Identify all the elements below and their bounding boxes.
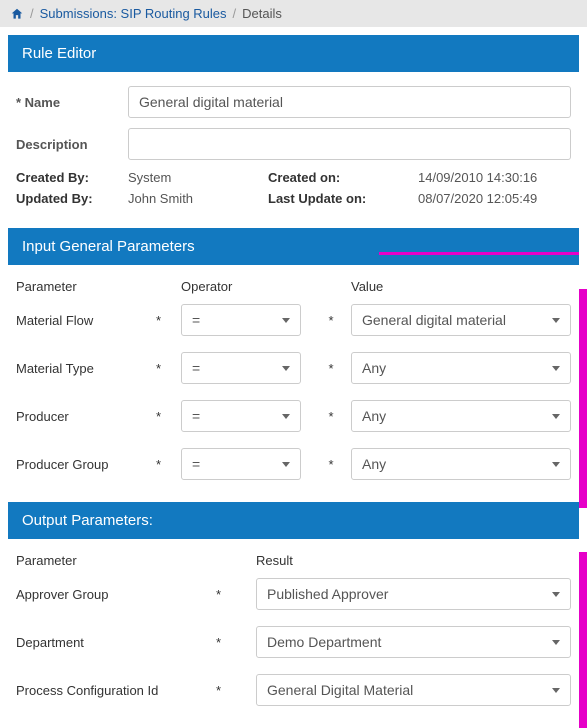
- param-label-producer: Producer: [16, 409, 156, 424]
- required-asterisk: *: [311, 457, 351, 472]
- input-header-parameter: Parameter: [16, 279, 181, 294]
- operator-select-producer-group[interactable]: =: [181, 448, 301, 480]
- operator-select-material-type[interactable]: =: [181, 352, 301, 384]
- breadcrumb-separator: /: [233, 6, 237, 21]
- operator-value: =: [192, 360, 200, 376]
- out-label-department: Department: [16, 635, 216, 650]
- breadcrumb-current: Details: [242, 6, 282, 21]
- result-text: General Digital Material: [267, 682, 413, 698]
- required-asterisk: *: [216, 683, 256, 698]
- operator-select-material-flow[interactable]: =: [181, 304, 301, 336]
- operator-select-producer[interactable]: =: [181, 400, 301, 432]
- updated-by-value: John Smith: [128, 191, 268, 206]
- last-update-value: 08/07/2020 12:05:49: [418, 191, 583, 206]
- description-label: Description: [16, 137, 128, 152]
- chevron-down-icon: [282, 462, 290, 467]
- created-on-label: Created on:: [268, 170, 418, 185]
- name-input[interactable]: [128, 86, 571, 118]
- rule-editor-body: * Name Description Created By: System Cr…: [8, 72, 579, 220]
- output-params-header: Output Parameters:: [8, 502, 579, 539]
- chevron-down-icon: [552, 688, 560, 693]
- param-label-material-type: Material Type: [16, 361, 156, 376]
- output-header-result: Result: [256, 553, 571, 568]
- input-params-body: Parameter Operator Value Material Flow *…: [8, 265, 579, 494]
- param-label-material-flow: Material Flow: [16, 313, 156, 328]
- chevron-down-icon: [552, 640, 560, 645]
- required-asterisk: *: [311, 313, 351, 328]
- result-select-department[interactable]: Demo Department: [256, 626, 571, 658]
- value-text: Any: [362, 360, 386, 376]
- value-text: Any: [362, 408, 386, 424]
- input-params-header: Input General Parameters: [8, 228, 579, 265]
- value-text: Any: [362, 456, 386, 472]
- input-header-value: Value: [351, 279, 571, 294]
- required-asterisk: *: [156, 409, 181, 424]
- result-text: Demo Department: [267, 634, 381, 650]
- chevron-down-icon: [552, 414, 560, 419]
- name-label: * Name: [16, 95, 128, 110]
- rule-editor-header: Rule Editor: [8, 35, 579, 72]
- out-label-approver-group: Approver Group: [16, 587, 216, 602]
- breadcrumb: / Submissions: SIP Routing Rules / Detai…: [0, 0, 587, 27]
- created-by-label: Created By:: [16, 170, 128, 185]
- home-icon[interactable]: [10, 7, 24, 21]
- required-asterisk: *: [156, 313, 181, 328]
- operator-value: =: [192, 408, 200, 424]
- value-select-producer-group[interactable]: Any: [351, 448, 571, 480]
- created-by-value: System: [128, 170, 268, 185]
- output-params-body: Parameter Result Approver Group * Publis…: [8, 539, 579, 720]
- highlight-marker: [579, 289, 587, 508]
- highlight-marker: [579, 552, 587, 728]
- breadcrumb-main-link[interactable]: Submissions: SIP Routing Rules: [40, 6, 227, 21]
- output-header-parameter: Parameter: [16, 553, 256, 568]
- value-text: General digital material: [362, 312, 506, 328]
- chevron-down-icon: [282, 318, 290, 323]
- required-asterisk: *: [311, 361, 351, 376]
- required-asterisk: *: [156, 457, 181, 472]
- highlight-marker: [379, 252, 579, 255]
- operator-value: =: [192, 456, 200, 472]
- chevron-down-icon: [552, 318, 560, 323]
- required-asterisk: *: [216, 635, 256, 650]
- out-label-process-config-id: Process Configuration Id: [16, 683, 216, 698]
- breadcrumb-separator: /: [30, 6, 34, 21]
- created-on-value: 14/09/2010 14:30:16: [418, 170, 583, 185]
- chevron-down-icon: [282, 366, 290, 371]
- required-asterisk: *: [156, 361, 181, 376]
- required-asterisk: *: [216, 587, 256, 602]
- param-label-producer-group: Producer Group: [16, 457, 156, 472]
- updated-by-label: Updated By:: [16, 191, 128, 206]
- value-select-producer[interactable]: Any: [351, 400, 571, 432]
- value-select-material-flow[interactable]: General digital material: [351, 304, 571, 336]
- chevron-down-icon: [552, 462, 560, 467]
- operator-value: =: [192, 312, 200, 328]
- chevron-down-icon: [282, 414, 290, 419]
- value-select-material-type[interactable]: Any: [351, 352, 571, 384]
- last-update-label: Last Update on:: [268, 191, 418, 206]
- chevron-down-icon: [552, 366, 560, 371]
- description-input[interactable]: [128, 128, 571, 160]
- input-header-operator: Operator: [181, 279, 351, 294]
- result-text: Published Approver: [267, 586, 388, 602]
- required-asterisk: *: [311, 409, 351, 424]
- result-select-process-config[interactable]: General Digital Material: [256, 674, 571, 706]
- chevron-down-icon: [552, 592, 560, 597]
- result-select-approver-group[interactable]: Published Approver: [256, 578, 571, 610]
